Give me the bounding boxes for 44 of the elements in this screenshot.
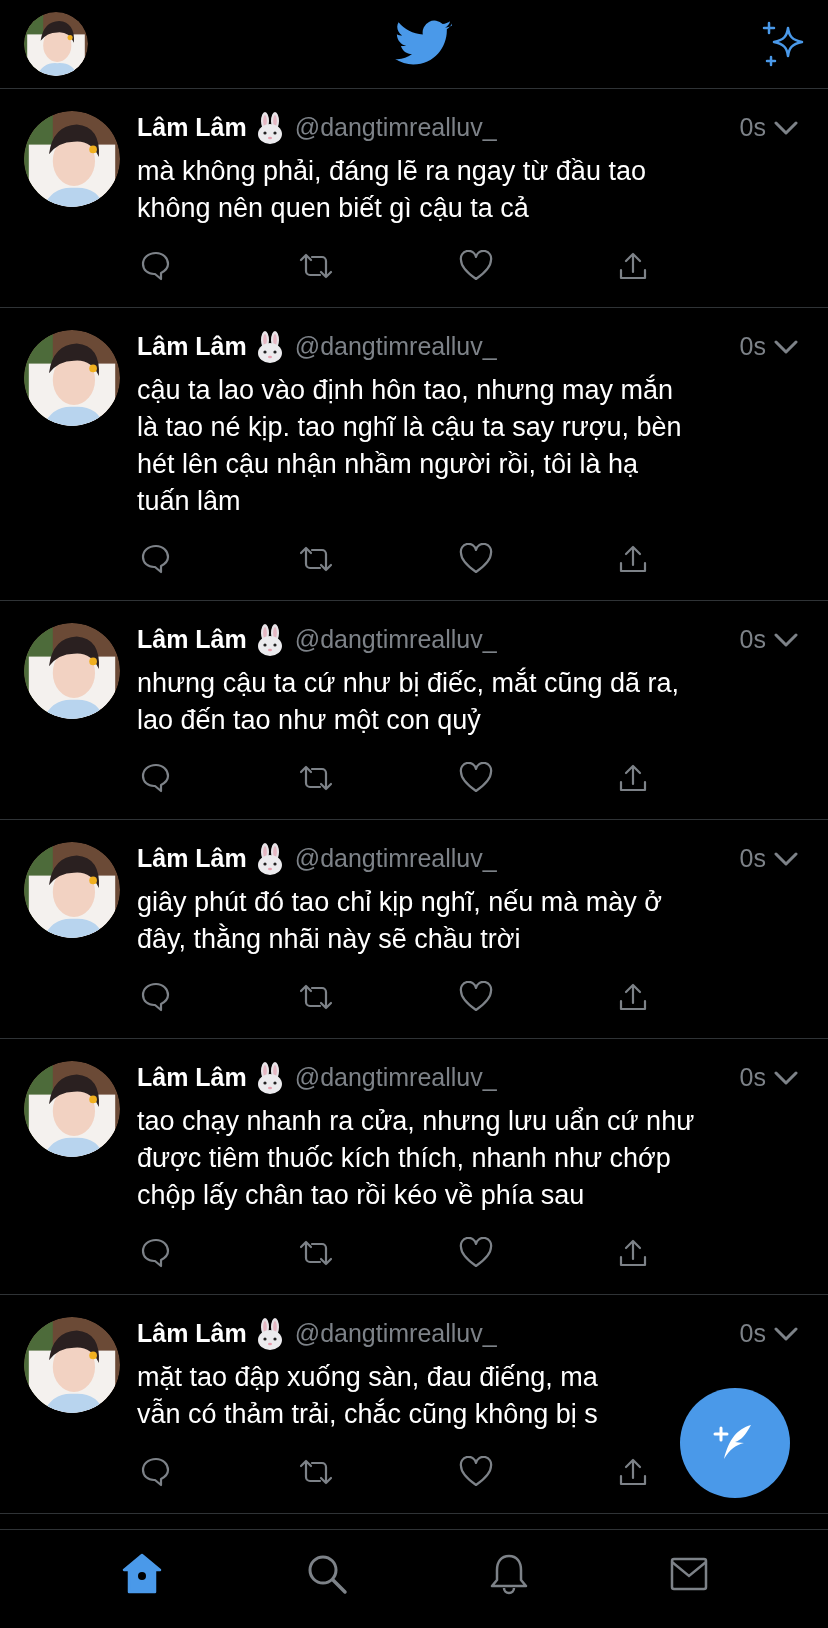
heart-icon[interactable] <box>458 981 495 1013</box>
bell-icon[interactable] <box>489 1552 530 1596</box>
user-handle: @dangtimrealluv_ <box>294 624 497 656</box>
chevron-down-icon[interactable] <box>774 632 798 648</box>
chevron-down-icon[interactable] <box>774 120 798 136</box>
user-handle: @dangtimrealluv_ <box>294 843 497 875</box>
share-icon[interactable] <box>617 981 648 1013</box>
user-name: Lâm Lâm <box>137 624 247 656</box>
chevron-down-icon[interactable] <box>774 851 798 867</box>
user-handle: @dangtimrealluv_ <box>294 1318 497 1350</box>
chevron-down-icon[interactable] <box>774 1326 798 1342</box>
user-name: Lâm Lâm <box>137 331 247 363</box>
tweet-text: mặt tao đập xuống sàn, đau điếng, ma vẫn có thảm trải, chắc cũng không bị s <box>137 1361 599 1431</box>
user-name: Lâm Lâm <box>137 1318 247 1350</box>
heart-icon[interactable] <box>458 543 495 575</box>
heart-icon[interactable] <box>458 1456 495 1488</box>
tweet-text: cậu ta lao vào định hôn tao, nhưng may mắn là tao né kịp. tao nghĩ là cậu ta say rượu, bèn hét lên cậu nhận nhầm người rồi, tôi là hạ tuấn lâm <box>137 373 683 518</box>
heart-icon[interactable] <box>458 762 495 794</box>
tweet-text: giây phút đó tao chỉ kịp nghĩ, nếu mà mày ở đây, thằng nhãi này sẽ chầu trời <box>137 886 663 956</box>
tweet-time: 0s <box>739 112 766 144</box>
tweet-time: 0s <box>739 331 766 363</box>
chevron-down-icon[interactable] <box>774 1070 798 1086</box>
tweet-time: 0s <box>739 1318 766 1350</box>
tweet-text: mà không phải, đáng lẽ ra ngay từ đầu tao không nên quen biết gì cậu ta cả <box>137 155 647 225</box>
user-handle: @dangtimrealluv_ <box>294 331 497 363</box>
tweet-time: 0s <box>739 1062 766 1094</box>
user-name: Lâm Lâm <box>137 1062 247 1094</box>
share-icon[interactable] <box>617 1456 648 1488</box>
tweet-text: tao chạy nhanh ra cửa, nhưng lưu uẩn cứ như được tiêm thuốc kích thích, nhanh như chớp chộp lấy chân tao rồi kéo về phía sau <box>137 1105 696 1212</box>
share-icon[interactable] <box>617 762 648 794</box>
chevron-down-icon[interactable] <box>774 339 798 355</box>
share-icon[interactable] <box>617 543 648 575</box>
user-handle: @dangtimrealluv_ <box>294 112 497 144</box>
share-icon[interactable] <box>617 1237 648 1269</box>
heart-icon[interactable] <box>458 250 495 282</box>
user-name: Lâm Lâm <box>137 112 247 144</box>
tweet-text: nhưng cậu ta cứ như bị điếc, mắt cũng dã ra, lao đến tao như một con quỷ <box>137 666 681 737</box>
mail-icon[interactable] <box>669 1556 708 1592</box>
user-name: Lâm Lâm <box>137 843 247 875</box>
heart-icon[interactable] <box>458 1237 495 1269</box>
tweet-time: 0s <box>739 843 766 875</box>
user-handle: @dangtimrealluv_ <box>294 1062 497 1094</box>
share-icon[interactable] <box>617 250 648 282</box>
tweet-time: 0s <box>739 624 766 656</box>
